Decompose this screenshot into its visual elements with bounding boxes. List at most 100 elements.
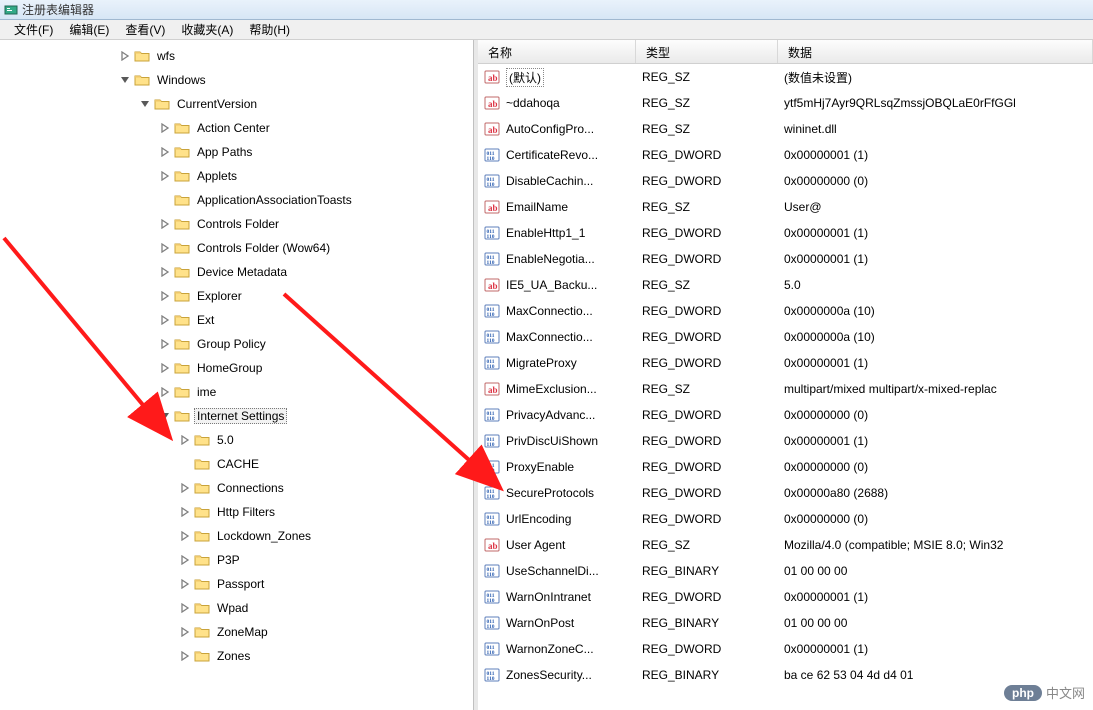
expander-icon[interactable] xyxy=(158,217,172,231)
expander-icon[interactable] xyxy=(158,265,172,279)
value-type-cell: REG_DWORD xyxy=(636,356,778,370)
tree-item-currentversion[interactable]: CurrentVersion xyxy=(0,92,477,116)
tree-item-controls-folder[interactable]: Controls Folder xyxy=(0,212,477,236)
tree-item-wfs[interactable]: wfs xyxy=(0,44,477,68)
tree-item-wpad[interactable]: Wpad xyxy=(0,596,477,620)
expander-icon[interactable] xyxy=(158,361,172,375)
value-row[interactable]: 011110WarnOnPostREG_BINARY01 00 00 00 xyxy=(478,610,1093,636)
tree-item-homegroup[interactable]: HomeGroup xyxy=(0,356,477,380)
value-row[interactable]: 011110EnableHttp1_1REG_DWORD0x00000001 (… xyxy=(478,220,1093,246)
expander-icon[interactable] xyxy=(118,49,132,63)
expander-icon[interactable] xyxy=(178,481,192,495)
value-row[interactable]: 011110CertificateRevo...REG_DWORD0x00000… xyxy=(478,142,1093,168)
value-row[interactable]: 011110MaxConnectio...REG_DWORD0x0000000a… xyxy=(478,298,1093,324)
value-list[interactable]: ab(默认)REG_SZ(数值未设置)ab~ddahoqaREG_SZytf5m… xyxy=(478,64,1093,688)
expander-icon[interactable] xyxy=(178,553,192,567)
menu-edit[interactable]: 编辑(E) xyxy=(61,19,117,40)
expander-icon[interactable] xyxy=(158,145,172,159)
value-row[interactable]: 011110MaxConnectio...REG_DWORD0x0000000a… xyxy=(478,324,1093,350)
tree-item-p3p[interactable]: P3P xyxy=(0,548,477,572)
tree-item-device-metadata[interactable]: Device Metadata xyxy=(0,260,477,284)
tree-item-lockdown-zones[interactable]: Lockdown_Zones xyxy=(0,524,477,548)
expander-icon[interactable] xyxy=(138,97,152,111)
expander-icon[interactable] xyxy=(178,649,192,663)
tree-item-zones[interactable]: Zones xyxy=(0,644,477,668)
value-row[interactable]: abUser AgentREG_SZMozilla/4.0 (compatibl… xyxy=(478,532,1093,558)
folder-icon xyxy=(194,481,210,495)
expander-icon[interactable] xyxy=(178,433,192,447)
value-row[interactable]: 011110ProxyEnableREG_DWORD0x00000000 (0) xyxy=(478,454,1093,480)
tree-item-ime[interactable]: ime xyxy=(0,380,477,404)
expander-icon[interactable] xyxy=(178,457,192,471)
expander-icon[interactable] xyxy=(158,169,172,183)
value-data-cell: 01 00 00 00 xyxy=(778,564,1093,578)
expander-icon[interactable] xyxy=(158,385,172,399)
svg-text:110: 110 xyxy=(487,494,495,500)
tree-item-5-0[interactable]: 5.0 xyxy=(0,428,477,452)
value-row[interactable]: 011110UrlEncodingREG_DWORD0x00000000 (0) xyxy=(478,506,1093,532)
tree-item-ext[interactable]: Ext xyxy=(0,308,477,332)
expander-icon[interactable] xyxy=(178,601,192,615)
svg-text:110: 110 xyxy=(487,468,495,474)
value-row[interactable]: 011110EnableNegotia...REG_DWORD0x0000000… xyxy=(478,246,1093,272)
tree-item-group-policy[interactable]: Group Policy xyxy=(0,332,477,356)
value-row[interactable]: 011110WarnonZoneC...REG_DWORD0x00000001 … xyxy=(478,636,1093,662)
value-row[interactable]: 011110DisableCachin...REG_DWORD0x0000000… xyxy=(478,168,1093,194)
value-row[interactable]: abAutoConfigPro...REG_SZwininet.dll xyxy=(478,116,1093,142)
tree-item-applicationassociationtoasts[interactable]: ApplicationAssociationToasts xyxy=(0,188,477,212)
tree-item-cache[interactable]: CACHE xyxy=(0,452,477,476)
value-type-cell: REG_SZ xyxy=(636,382,778,396)
value-row[interactable]: abIE5_UA_Backu...REG_SZ5.0 xyxy=(478,272,1093,298)
menu-help[interactable]: 帮助(H) xyxy=(241,19,298,40)
expander-icon[interactable] xyxy=(118,73,132,87)
col-header-data[interactable]: 数据 xyxy=(778,40,1093,63)
registry-tree[interactable]: wfsWindowsCurrentVersionAction CenterApp… xyxy=(0,40,477,672)
value-row[interactable]: 011110WarnOnIntranetREG_DWORD0x00000001 … xyxy=(478,584,1093,610)
expander-icon[interactable] xyxy=(158,121,172,135)
col-header-name[interactable]: 名称 xyxy=(478,40,636,63)
value-row[interactable]: 011110PrivDiscUiShownREG_DWORD0x00000001… xyxy=(478,428,1093,454)
tree-label: Internet Settings xyxy=(194,408,287,424)
value-row[interactable]: 011110UseSchannelDi...REG_BINARY01 00 00… xyxy=(478,558,1093,584)
tree-item-action-center[interactable]: Action Center xyxy=(0,116,477,140)
value-row[interactable]: 011110ZonesSecurity...REG_BINARYba ce 62… xyxy=(478,662,1093,688)
menu-favorites[interactable]: 收藏夹(A) xyxy=(173,19,241,40)
value-name-label: UseSchannelDi... xyxy=(506,564,599,578)
value-name-cell: 011110SecureProtocols xyxy=(478,485,636,501)
value-row[interactable]: 011110PrivacyAdvanc...REG_DWORD0x0000000… xyxy=(478,402,1093,428)
tree-item-controls-folder-wow64-[interactable]: Controls Folder (Wow64) xyxy=(0,236,477,260)
menu-view[interactable]: 查看(V) xyxy=(117,19,173,40)
value-row[interactable]: 011110SecureProtocolsREG_DWORD0x00000a80… xyxy=(478,480,1093,506)
value-name-cell: ab(默认) xyxy=(478,68,636,87)
tree-item-connections[interactable]: Connections xyxy=(0,476,477,500)
tree-item-passport[interactable]: Passport xyxy=(0,572,477,596)
expander-icon[interactable] xyxy=(158,313,172,327)
expander-icon[interactable] xyxy=(178,505,192,519)
expander-icon[interactable] xyxy=(178,529,192,543)
tree-item-internet-settings[interactable]: Internet Settings xyxy=(0,404,477,428)
expander-icon[interactable] xyxy=(158,193,172,207)
value-row[interactable]: abEmailNameREG_SZUser@ xyxy=(478,194,1093,220)
expander-icon[interactable] xyxy=(158,409,172,423)
watermark: php 中文网 xyxy=(1004,683,1085,702)
menu-file[interactable]: 文件(F) xyxy=(6,19,61,40)
tree-item-http-filters[interactable]: Http Filters xyxy=(0,500,477,524)
expander-icon[interactable] xyxy=(158,337,172,351)
binary-value-icon: 011110 xyxy=(484,329,500,345)
tree-item-windows[interactable]: Windows xyxy=(0,68,477,92)
value-row[interactable]: abMimeExclusion...REG_SZmultipart/mixed … xyxy=(478,376,1093,402)
value-type-cell: REG_DWORD xyxy=(636,486,778,500)
expander-icon[interactable] xyxy=(178,577,192,591)
tree-item-applets[interactable]: Applets xyxy=(0,164,477,188)
col-header-type[interactable]: 类型 xyxy=(636,40,778,63)
tree-item-app-paths[interactable]: App Paths xyxy=(0,140,477,164)
expander-icon[interactable] xyxy=(178,625,192,639)
value-row[interactable]: ab~ddahoqaREG_SZytf5mHj7Ayr9QRLsqZmssjOB… xyxy=(478,90,1093,116)
value-row[interactable]: ab(默认)REG_SZ(数值未设置) xyxy=(478,64,1093,90)
tree-item-zonemap[interactable]: ZoneMap xyxy=(0,620,477,644)
expander-icon[interactable] xyxy=(158,289,172,303)
value-row[interactable]: 011110MigrateProxyREG_DWORD0x00000001 (1… xyxy=(478,350,1093,376)
tree-item-explorer[interactable]: Explorer xyxy=(0,284,477,308)
folder-icon xyxy=(174,121,190,135)
expander-icon[interactable] xyxy=(158,241,172,255)
